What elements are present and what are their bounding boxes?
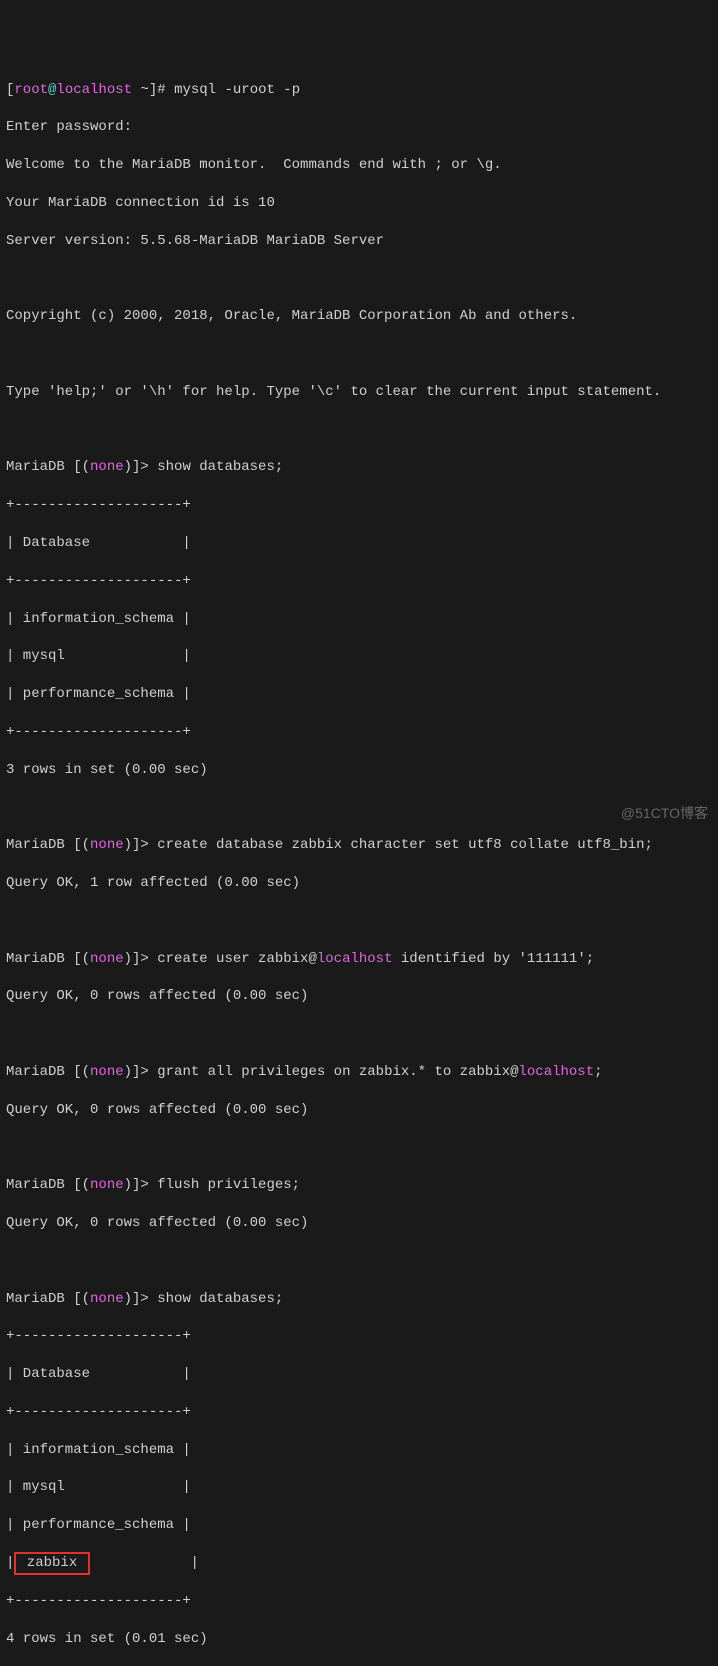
blank-line — [6, 1025, 712, 1044]
output-line: Server version: 5.5.68-MariaDB MariaDB S… — [6, 232, 712, 251]
command-text[interactable]: show databases; — [157, 459, 283, 475]
command-text[interactable]: flush privileges; — [157, 1177, 300, 1193]
mariadb-none: none — [90, 1064, 124, 1080]
result-line: Query OK, 0 rows affected (0.00 sec) — [6, 987, 712, 1006]
mariadb-prompt-post: )]> — [124, 1177, 158, 1193]
table-row: | mysql | — [6, 1478, 712, 1497]
blank-line — [6, 421, 712, 440]
command-text-b[interactable]: identified by '111111'; — [393, 951, 595, 967]
blank-line — [6, 912, 712, 931]
mariadb-none: none — [90, 459, 124, 475]
mariadb-prompt-line: MariaDB [(none)]> grant all privileges o… — [6, 1063, 712, 1082]
blank-line — [6, 798, 712, 817]
blank-line — [6, 1252, 712, 1271]
result-summary: 4 rows in set (0.01 sec) — [6, 1630, 712, 1649]
highlight-box: zabbix — [14, 1552, 89, 1575]
table-row: | information_schema | — [6, 610, 712, 629]
table-row: | performance_schema | — [6, 1516, 712, 1535]
command-text-a[interactable]: grant all privileges on zabbix.* to zabb… — [157, 1064, 518, 1080]
command-text[interactable]: create database zabbix character set utf… — [157, 837, 653, 853]
prompt-path: ~ — [132, 82, 149, 98]
terminal-line: [root@localhost ~]# mysql -uroot -p — [6, 81, 712, 100]
result-line: Query OK, 1 row affected (0.00 sec) — [6, 874, 712, 893]
row-prefix: | — [6, 1555, 14, 1571]
mariadb-prompt-line: MariaDB [(none)]> create user zabbix@loc… — [6, 950, 712, 969]
mariadb-none: none — [90, 837, 124, 853]
mariadb-prompt-pre: MariaDB [( — [6, 1177, 90, 1193]
table-border: +--------------------+ — [6, 572, 712, 591]
mariadb-prompt-post: )]> — [124, 1291, 158, 1307]
mariadb-prompt-pre: MariaDB [( — [6, 459, 90, 475]
mariadb-prompt-pre: MariaDB [( — [6, 837, 90, 853]
mariadb-none: none — [90, 1177, 124, 1193]
command-host[interactable]: localhost — [519, 1064, 595, 1080]
prompt-user: root — [14, 82, 48, 98]
mariadb-prompt-pre: MariaDB [( — [6, 1064, 90, 1080]
mariadb-prompt-post: )]> — [124, 951, 158, 967]
mariadb-prompt-line: MariaDB [(none)]> flush privileges; — [6, 1176, 712, 1195]
mariadb-prompt-pre: MariaDB [( — [6, 951, 90, 967]
command-text[interactable]: show databases; — [157, 1291, 283, 1307]
mariadb-prompt-line: MariaDB [(none)]> show databases; — [6, 1290, 712, 1309]
table-header: | Database | — [6, 1365, 712, 1384]
result-line: Query OK, 0 rows affected (0.00 sec) — [6, 1101, 712, 1120]
mariadb-none: none — [90, 951, 124, 967]
mariadb-prompt-post: )]> — [124, 1064, 158, 1080]
output-line: Copyright (c) 2000, 2018, Oracle, MariaD… — [6, 307, 712, 326]
table-header: | Database | — [6, 534, 712, 553]
table-border: +--------------------+ — [6, 1592, 712, 1611]
table-border: +--------------------+ — [6, 1327, 712, 1346]
mariadb-prompt-line: MariaDB [(none)]> create database zabbix… — [6, 836, 712, 855]
table-border: +--------------------+ — [6, 1403, 712, 1422]
mariadb-prompt-line: MariaDB [(none)]> show databases; — [6, 458, 712, 477]
command-text[interactable]: mysql -uroot -p — [174, 82, 300, 98]
row-suffix: | — [90, 1555, 199, 1571]
table-row: | mysql | — [6, 647, 712, 666]
table-border: +--------------------+ — [6, 723, 712, 742]
result-summary: 3 rows in set (0.00 sec) — [6, 761, 712, 780]
output-line: Enter password: — [6, 118, 712, 137]
blank-line — [6, 345, 712, 364]
prompt-suffix: ]# — [149, 82, 174, 98]
table-border: +--------------------+ — [6, 496, 712, 515]
mariadb-prompt-pre: MariaDB [( — [6, 1291, 90, 1307]
watermark-text: @51CTO博客 — [621, 804, 708, 823]
table-row: | information_schema | — [6, 1441, 712, 1460]
blank-line — [6, 269, 712, 288]
result-line: Query OK, 0 rows affected (0.00 sec) — [6, 1214, 712, 1233]
mariadb-prompt-post: )]> — [124, 459, 158, 475]
highlight-text: zabbix — [18, 1555, 85, 1571]
command-text-a[interactable]: create user zabbix@ — [157, 951, 317, 967]
prompt-host: localhost — [56, 82, 132, 98]
table-row: | performance_schema | — [6, 685, 712, 704]
blank-line — [6, 1138, 712, 1157]
mariadb-none: none — [90, 1291, 124, 1307]
command-text-b[interactable]: ; — [594, 1064, 602, 1080]
output-line: Your MariaDB connection id is 10 — [6, 194, 712, 213]
command-host[interactable]: localhost — [317, 951, 393, 967]
output-line: Welcome to the MariaDB monitor. Commands… — [6, 156, 712, 175]
table-row-highlight: | zabbix | — [6, 1554, 712, 1573]
mariadb-prompt-post: )]> — [124, 837, 158, 853]
output-line: Type 'help;' or '\h' for help. Type '\c'… — [6, 383, 712, 402]
